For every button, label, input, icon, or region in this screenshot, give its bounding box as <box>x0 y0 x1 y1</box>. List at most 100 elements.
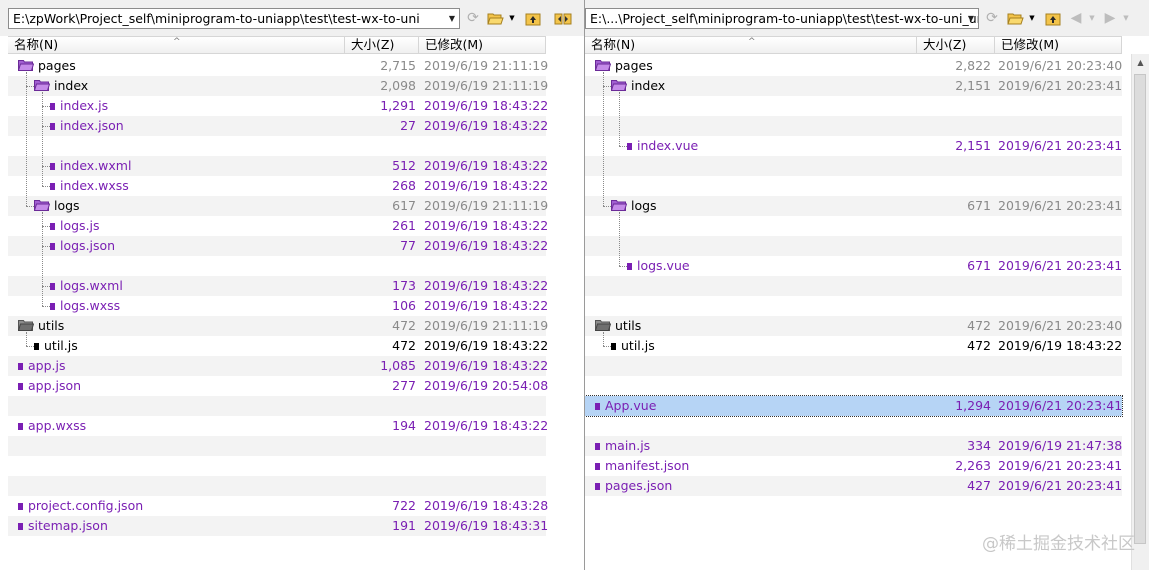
item-name-text: util.js <box>44 338 78 353</box>
tree-connector <box>603 206 611 207</box>
file-row[interactable]: index.js 1,291 2019/6/19 18:43:22 <box>8 96 548 116</box>
folder-row[interactable]: pages 2,715 2019/6/19 21:11:19 <box>8 56 548 76</box>
item-name-text: index.vue <box>637 138 699 153</box>
file-icon <box>627 263 632 270</box>
column-name-header[interactable]: 名称(N) ^ <box>585 37 917 53</box>
blank-row <box>585 296 1122 316</box>
file-row[interactable]: util.js 472 2019/6/19 18:43:22 <box>585 336 1122 356</box>
chevron-down-icon[interactable]: ▼ <box>507 9 517 28</box>
chevron-down-icon[interactable]: ▼ <box>1087 9 1097 28</box>
chevron-down-icon[interactable]: ▼ <box>445 9 459 28</box>
refresh-icon[interactable]: ⟳ <box>983 9 1001 28</box>
file-icon <box>595 443 600 450</box>
file-row[interactable]: app.json 277 2019/6/19 20:54:08 <box>8 376 548 396</box>
file-row[interactable]: main.js 334 2019/6/19 21:47:38 <box>585 436 1122 456</box>
item-size: 1,291 <box>380 98 416 113</box>
item-modified-date: 2019/6/19 21:11:19 <box>424 78 549 93</box>
right-vertical-scrollbar[interactable]: ▲ <box>1131 54 1149 570</box>
item-modified-date: 2019/6/19 18:43:22 <box>424 298 549 313</box>
item-size: 261 <box>392 218 416 233</box>
file-row[interactable]: index.json 27 2019/6/19 18:43:22 <box>8 116 548 136</box>
folder-up-icon[interactable] <box>1044 9 1062 28</box>
item-modified-date: 2019/6/19 21:47:38 <box>998 438 1123 453</box>
item-name: util.js <box>34 336 78 356</box>
right-path-input[interactable]: E:\...\Project_self\miniprogram-to-uniap… <box>585 8 979 29</box>
item-name: logs.wxss <box>50 296 120 316</box>
file-row[interactable]: logs.wxss 106 2019/6/19 18:43:22 <box>8 296 549 316</box>
chevron-down-icon[interactable]: ▼ <box>1121 9 1131 28</box>
file-row[interactable]: pages.json 427 2019/6/21 20:23:41 <box>585 476 1122 496</box>
swap-sides-icon[interactable] <box>554 9 572 28</box>
folder-up-icon[interactable] <box>524 9 542 28</box>
file-icon <box>18 523 23 530</box>
file-row[interactable]: util.js 472 2019/6/19 18:43:22 <box>8 336 548 356</box>
item-name-text: pages <box>38 58 76 73</box>
scrollbar-thumb[interactable] <box>1134 74 1146 544</box>
file-row[interactable]: manifest.json 2,263 2019/6/21 20:23:41 <box>585 456 1122 476</box>
item-size: 27 <box>400 118 416 133</box>
item-name-text: logs.js <box>60 218 100 233</box>
file-row[interactable]: app.js 1,085 2019/6/19 18:43:22 <box>8 356 548 376</box>
left-path-input[interactable]: E:\zpWork\Project_self\miniprogram-to-un… <box>8 8 460 29</box>
item-size: 106 <box>392 298 416 313</box>
folder-row[interactable]: index 2,098 2019/6/19 21:11:19 <box>8 76 549 96</box>
item-size: 472 <box>392 338 416 353</box>
tree-connector <box>619 146 627 147</box>
open-folder-icon[interactable] <box>486 9 504 28</box>
tree-connector <box>619 266 627 267</box>
blank-row <box>585 156 1122 176</box>
column-modified-header[interactable]: 已修改(M) <box>995 37 1122 53</box>
item-modified-date: 2019/6/19 18:43:22 <box>424 238 549 253</box>
item-modified-date: 2019/6/19 18:43:28 <box>424 498 549 513</box>
tree-connector <box>42 166 50 167</box>
file-icon <box>50 103 55 110</box>
folder-row[interactable]: index 2,151 2019/6/21 20:23:41 <box>585 76 1122 96</box>
item-name: index.js <box>50 96 108 116</box>
open-folder-icon[interactable] <box>1006 9 1024 28</box>
column-size-header[interactable]: 大小(Z) <box>917 37 995 53</box>
file-row[interactable]: logs.json 77 2019/6/19 18:43:22 <box>8 236 549 256</box>
scroll-up-icon[interactable]: ▲ <box>1132 54 1149 71</box>
file-row[interactable]: logs.wxml 173 2019/6/19 18:43:22 <box>8 276 548 296</box>
item-name: logs <box>33 196 80 216</box>
file-row[interactable]: logs.vue 671 2019/6/21 20:23:41 <box>585 256 1122 276</box>
column-modified-header[interactable]: 已修改(M) <box>419 37 546 53</box>
blank-row <box>585 176 1122 196</box>
folder-row[interactable]: pages 2,822 2019/6/21 20:23:40 <box>585 56 1122 76</box>
refresh-icon[interactable]: ⟳ <box>464 9 482 28</box>
file-row[interactable]: index.vue 2,151 2019/6/21 20:23:41 <box>585 136 1122 156</box>
folder-row[interactable]: utils 472 2019/6/19 21:11:19 <box>8 316 548 336</box>
left-path-bar: E:\zpWork\Project_self\miniprogram-to-un… <box>0 0 584 36</box>
tree-connector <box>603 346 611 347</box>
item-name: utils <box>17 316 64 336</box>
file-row[interactable]: project.config.json 722 2019/6/19 18:43:28 <box>8 496 549 516</box>
file-row[interactable]: logs.js 261 2019/6/19 18:43:22 <box>8 216 548 236</box>
forward-icon[interactable]: ▶ <box>1101 9 1119 28</box>
back-icon[interactable]: ◀ <box>1067 9 1085 28</box>
file-icon <box>50 163 55 170</box>
chevron-down-icon[interactable]: ▼ <box>964 9 978 28</box>
file-row[interactable]: index.wxss 268 2019/6/19 18:43:22 <box>8 176 548 196</box>
folder-row[interactable]: utils 472 2019/6/21 20:23:40 <box>585 316 1122 336</box>
item-modified-date: 2019/6/21 20:23:41 <box>998 138 1123 153</box>
item-modified-date: 2019/6/21 20:23:41 <box>998 258 1123 273</box>
file-row[interactable]: App.vue 1,294 2019/6/21 20:23:41 <box>585 395 1123 417</box>
item-name-text: logs.wxss <box>60 298 121 313</box>
chevron-down-icon[interactable]: ▼ <box>1027 9 1037 28</box>
file-row[interactable]: index.wxml 512 2019/6/19 18:43:22 <box>8 156 548 176</box>
file-row[interactable]: sitemap.json 191 2019/6/19 18:43:31 <box>8 516 548 536</box>
item-size: 77 <box>400 238 416 253</box>
right-pane: E:\...\Project_self\miniprogram-to-uniap… <box>585 0 1149 570</box>
folder-row[interactable]: logs 617 2019/6/19 21:11:19 <box>8 196 548 216</box>
column-name-header[interactable]: 名称(N) ^ <box>8 37 345 53</box>
item-name: logs.wxml <box>50 276 123 296</box>
file-icon <box>627 143 632 150</box>
item-size: 194 <box>392 418 416 433</box>
left-pane: E:\zpWork\Project_self\miniprogram-to-un… <box>0 0 584 570</box>
folder-open-icon <box>33 197 51 211</box>
file-row[interactable]: app.wxss 194 2019/6/19 18:43:22 <box>8 416 548 436</box>
folder-row[interactable]: logs 671 2019/6/21 20:23:41 <box>585 196 1122 216</box>
item-size: 512 <box>392 158 416 173</box>
column-size-header[interactable]: 大小(Z) <box>345 37 419 53</box>
item-name-text: pages <box>615 58 653 73</box>
